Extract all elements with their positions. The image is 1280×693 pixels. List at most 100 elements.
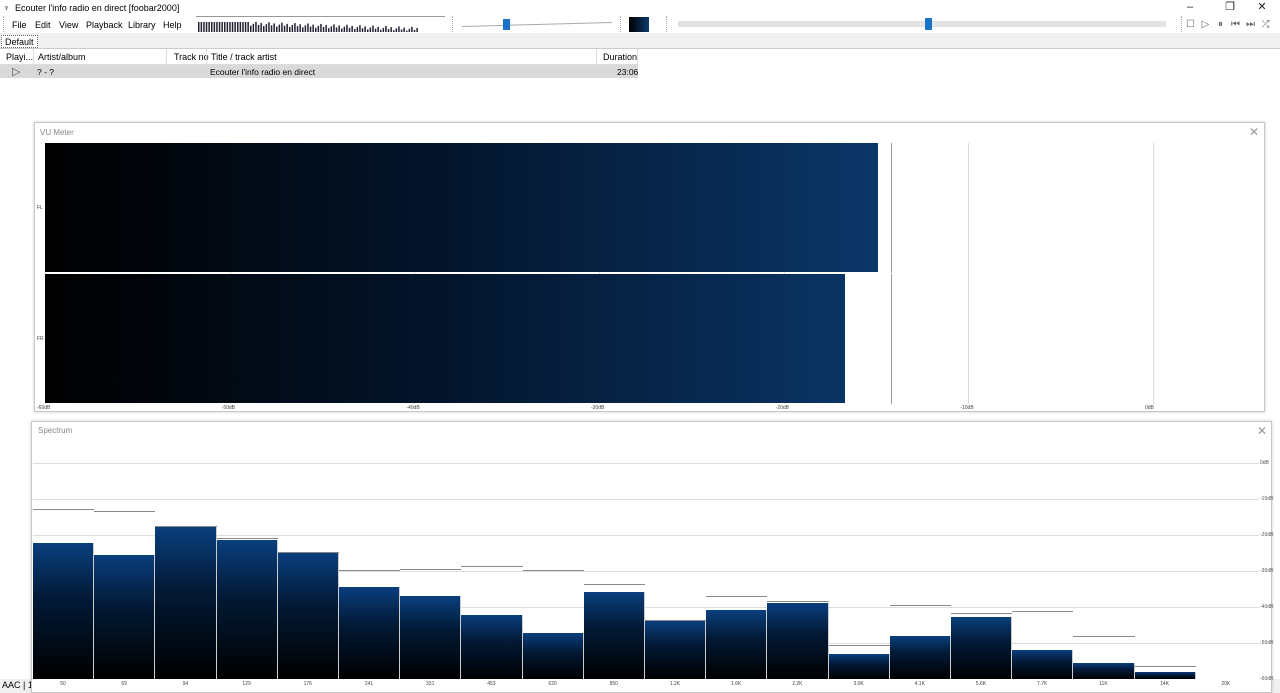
spectrum-tick-label: -60dB	[1260, 676, 1274, 682]
menu-library[interactable]: Library	[128, 20, 156, 30]
visualisation-bar	[372, 25, 374, 32]
visualisation-bar	[369, 27, 372, 32]
volume-slider-track[interactable]	[462, 22, 612, 27]
column-duration[interactable]: Duration	[603, 52, 637, 64]
menu-edit[interactable]: Edit	[35, 20, 51, 30]
visualisation-bar	[224, 22, 226, 32]
visualisation-bar	[296, 26, 299, 32]
visualisation-bar	[390, 27, 392, 32]
vu-tick-label: -10dB	[960, 405, 974, 411]
visualisation-bar	[255, 21, 257, 32]
column-divider[interactable]	[637, 49, 638, 65]
spectrum-peak-marker	[767, 600, 829, 602]
vu-bar-fl	[45, 143, 878, 272]
spectrum-tick-label: 0dB	[1260, 460, 1269, 466]
visualisation-bar	[286, 23, 288, 32]
visualisation-bar	[198, 22, 200, 32]
table-row[interactable]	[0, 65, 638, 78]
spectrum-bar	[1073, 663, 1135, 679]
playlist-header	[0, 49, 638, 65]
visualisation-bar	[265, 24, 268, 32]
stop-icon[interactable]: ☐	[1184, 18, 1197, 31]
next-icon[interactable]: ⏭	[1244, 18, 1257, 31]
visualisation-bar	[273, 23, 275, 32]
visualisation-bar	[244, 22, 247, 32]
previous-icon[interactable]: ⏮	[1229, 18, 1242, 31]
spectrum-peak-marker	[951, 613, 1013, 615]
volume-slider-thumb[interactable]	[503, 19, 510, 30]
cell-title: Ecouter l'info radio en direct	[210, 67, 316, 77]
visualisation-bar	[364, 26, 366, 32]
random-icon[interactable]: ⤮	[1259, 18, 1272, 31]
spectrum-frequency-label: 453	[487, 681, 496, 687]
spectrum-bar	[155, 527, 217, 679]
visualisation-bar	[205, 22, 208, 32]
visualisation-bar	[304, 25, 307, 32]
vu-close-icon[interactable]: ✕	[1249, 125, 1259, 139]
toolbar-separator	[3, 16, 4, 32]
visualisation-bar	[380, 29, 382, 32]
spectrum-frequency-label: 11K	[1099, 681, 1108, 687]
visualisation-bar	[218, 22, 221, 32]
minimize-button[interactable]: –	[1175, 0, 1205, 16]
spectrum-bar	[461, 614, 523, 679]
menu-view[interactable]: View	[59, 20, 78, 30]
tab-default[interactable]: Default	[1, 35, 38, 48]
visualisation-bar	[413, 29, 416, 32]
visualisation-bar	[257, 24, 260, 32]
close-button[interactable]: ✕	[1247, 0, 1277, 16]
spectrum-peak-marker	[33, 508, 95, 510]
column-title[interactable]: Title / track artist	[211, 52, 277, 64]
spectrum-peak-marker	[1134, 666, 1196, 668]
visualisation-bar	[346, 24, 348, 32]
vu-channel-label: FR	[37, 336, 44, 342]
play-icon[interactable]: ▷	[1199, 18, 1212, 31]
visualisation-bar	[231, 22, 234, 32]
menu-file[interactable]: File	[12, 20, 27, 30]
visualisation-bar	[387, 29, 390, 32]
spectrum-close-icon[interactable]: ✕	[1257, 424, 1267, 438]
column-divider[interactable]	[596, 49, 597, 65]
spectrum-gridline	[33, 463, 1259, 464]
menu-help[interactable]: Help	[163, 20, 182, 30]
spectrum-frequency-label: 94	[182, 681, 189, 687]
spectrum-frequency-label: 14K	[1160, 681, 1170, 687]
column-artist-album[interactable]: Artist/album	[38, 52, 86, 64]
vu-peak-fl	[890, 143, 892, 273]
spectrum-frequency-label: 69	[121, 681, 127, 687]
seek-bar[interactable]	[678, 21, 1166, 27]
spectrum-peak-marker	[216, 537, 278, 539]
spectrum-bar	[1134, 671, 1196, 679]
column-track-no[interactable]: Track no	[174, 52, 209, 64]
visualisation-bar	[385, 26, 387, 32]
foobar-app-icon: ♆	[3, 3, 10, 13]
toolbar-separator	[452, 16, 453, 32]
column-divider[interactable]	[166, 49, 167, 65]
visualisation-bar	[406, 30, 408, 32]
spectrum-peak-marker	[889, 604, 951, 606]
column-playing[interactable]: Playi...	[6, 52, 33, 64]
visualisation-bar	[317, 25, 320, 32]
seek-bar-thumb[interactable]	[925, 18, 932, 30]
visualisation-bar	[330, 26, 333, 32]
menu-playback[interactable]: Playback	[86, 20, 123, 30]
spectrum-bar	[94, 555, 156, 679]
vu-bar-fr	[45, 274, 845, 403]
visualisation-bar	[250, 25, 252, 32]
column-divider[interactable]	[206, 49, 207, 65]
visualisation-bar	[237, 22, 239, 32]
spectrum-frequency-label: 176	[303, 681, 312, 687]
spectrum-frequency-label: 5.6K	[975, 681, 987, 687]
spectrum-bar	[828, 653, 890, 679]
visualisation-bar	[361, 28, 364, 32]
visualisation-bar	[208, 22, 210, 32]
spectrum-frequency-label: 129	[242, 681, 251, 687]
visualisation-bar	[278, 24, 281, 32]
window-title: Ecouter l'info radio en direct [foobar20…	[15, 3, 180, 13]
spectrum-frequency-label: 850	[609, 681, 618, 687]
spectrum-frequency-label: 241	[364, 681, 374, 687]
spectrum-peak-marker	[1073, 635, 1135, 637]
restore-button[interactable]: ❐	[1215, 0, 1245, 16]
pause-icon[interactable]: ⏸	[1214, 18, 1227, 31]
column-divider[interactable]	[33, 49, 34, 65]
